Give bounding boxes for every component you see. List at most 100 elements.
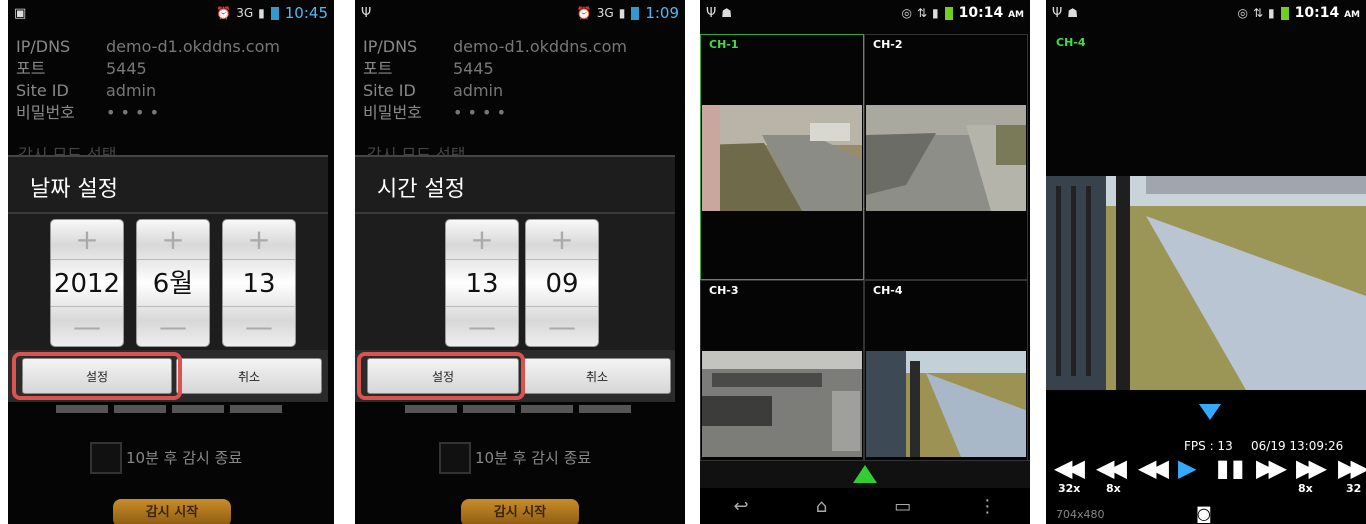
signal-icon: ▮: [618, 6, 626, 20]
alarm-icon: ⏰: [576, 6, 592, 20]
rewind-icon[interactable]: ◀◀: [1138, 454, 1169, 482]
speed-label: 8x: [1298, 482, 1313, 495]
usb-icon: Ψ: [706, 5, 717, 21]
camera-feed: [866, 351, 1026, 457]
status-bar: Ψ ⏰ 3G ▮ 1:09: [355, 0, 685, 26]
battery-icon: [270, 6, 279, 20]
play-icon[interactable]: ▶: [1178, 454, 1196, 482]
rewind-32x-icon[interactable]: ◀◀: [1054, 454, 1085, 482]
month-value: 6월: [152, 269, 194, 299]
recent-apps-icon[interactable]: ▭: [894, 496, 911, 517]
auto-stop-checkbox[interactable]: [90, 442, 122, 474]
usb-icon: Ψ: [1052, 5, 1063, 21]
decrement-button[interactable]: —: [137, 306, 209, 346]
start-monitoring-button[interactable]: 감시 시작: [113, 499, 231, 524]
network-icon: 3G: [596, 6, 614, 20]
auto-stop-label: 10분 후 감시 종료: [126, 449, 243, 467]
hour-picker[interactable]: + 13 —: [445, 219, 519, 347]
increment-button[interactable]: +: [526, 220, 598, 260]
speed-label: 8x: [1106, 482, 1121, 495]
connection-info: IP/DNS demo-d1.okddns.com 포트 5445 Site ID a…: [16, 36, 280, 124]
channel-label: CH-3: [709, 284, 739, 297]
camera-cell-ch1[interactable]: CH-1: [700, 34, 864, 280]
day-value: 13: [242, 269, 276, 299]
rewind-8x-icon[interactable]: ◀◀: [1096, 454, 1127, 482]
fast-forward-8x-icon[interactable]: ▶▶: [1296, 454, 1327, 482]
camera-cell-ch2[interactable]: CH-2: [864, 34, 1028, 280]
android-nav-bar: ↩ ⌂ ▭ ⋮: [700, 488, 1030, 524]
camera-feed[interactable]: [1046, 176, 1366, 390]
highlight-box: [357, 352, 525, 400]
gallery-icon: ▣: [14, 5, 27, 21]
info-row: IP/DNS demo-d1.okddns.com: [16, 37, 280, 56]
resolution-label: 704x480: [1056, 508, 1105, 521]
decrement-button[interactable]: —: [223, 306, 295, 346]
increment-button[interactable]: +: [446, 220, 518, 260]
clock: 10:45: [284, 4, 328, 22]
pause-icon[interactable]: ▮▮: [1216, 454, 1246, 482]
decrement-button[interactable]: —: [51, 306, 123, 346]
signal-icon: ▮: [1268, 6, 1275, 20]
channel-label: CH-4: [873, 284, 903, 297]
phone-screen-playback: Ψ ☗ ◎ ⇅ ▮ 10:14 AM CH-4 FPS : 13 06/19 1…: [1046, 0, 1366, 524]
info-row: 비밀번호 • • • •: [16, 103, 160, 122]
info-row: IP/DNS demo-d1.okddns.com: [363, 37, 627, 56]
info-row: 포트 5445: [16, 59, 147, 78]
auto-stop-checkbox[interactable]: [439, 442, 471, 474]
android-icon: ☗: [1067, 6, 1078, 20]
dialog-title: 시간 설정: [377, 177, 465, 202]
network-icon: 3G: [236, 6, 254, 20]
date-dialog: 날짜 설정 + 2012 — + 6월 — + 13 —: [8, 155, 328, 350]
battery-icon: [631, 6, 640, 20]
increment-button[interactable]: +: [137, 220, 209, 260]
expand-arrow-icon[interactable]: [853, 465, 877, 483]
fast-forward-32x-icon[interactable]: ▶▶: [1338, 454, 1366, 482]
month-picker[interactable]: + 6월 —: [136, 219, 210, 347]
connection-info: IP/DNS demo-d1.okddns.com 포트 5445 Site ID a…: [363, 36, 627, 124]
status-bar: Ψ ☗ ◎ ⇅ ▮ 10:14 AM: [700, 0, 1030, 26]
clock: 1:09: [645, 4, 679, 22]
back-icon[interactable]: ↩: [734, 496, 749, 517]
hour-value: 13: [465, 269, 499, 299]
minute-picker[interactable]: + 09 —: [525, 219, 599, 347]
cancel-button[interactable]: 취소: [523, 358, 671, 394]
decrement-button[interactable]: —: [526, 306, 598, 346]
camera-feed: [702, 105, 862, 211]
network-icon: ⇅: [1252, 6, 1264, 20]
sync-icon: ◎: [901, 6, 912, 20]
time-dialog: 시간 설정 + 13 — + 09 —: [355, 155, 675, 350]
timestamp: 06/19 13:09:26: [1251, 439, 1344, 453]
fast-forward-icon[interactable]: ▶▶: [1256, 454, 1287, 482]
decrement-button[interactable]: —: [446, 306, 518, 346]
auto-stop-label: 10분 후 감시 종료: [475, 449, 592, 467]
battery-icon: [944, 6, 953, 20]
channel-label: CH-2: [873, 38, 903, 51]
highlight-box: [12, 352, 182, 400]
minute-value: 09: [545, 269, 579, 299]
home-icon[interactable]: ⌂: [816, 496, 827, 517]
increment-button[interactable]: +: [51, 220, 123, 260]
camera-capture-icon[interactable]: ◙: [1196, 504, 1212, 523]
info-row: 비밀번호 • • • •: [363, 103, 507, 122]
increment-button[interactable]: +: [223, 220, 295, 260]
android-icon: ☗: [721, 6, 732, 20]
info-row: 포트 5445: [363, 59, 494, 78]
clock: 10:14 AM: [958, 5, 1024, 21]
phone-screen-time: Ψ ⏰ 3G ▮ 1:09 IP/DNS demo-d1.okddns.com 포…: [355, 0, 685, 524]
collapse-arrow-icon[interactable]: [1199, 404, 1221, 420]
day-picker[interactable]: + 13 —: [222, 219, 296, 347]
channel-label: CH-4: [1056, 36, 1086, 49]
clock: 10:14 AM: [1294, 5, 1360, 21]
info-row: Site ID admin: [363, 81, 504, 100]
year-picker[interactable]: + 2012 —: [50, 219, 124, 347]
speed-label: 32x: [1058, 482, 1081, 495]
cancel-button[interactable]: 취소: [176, 358, 322, 394]
channel-label: CH-1: [709, 38, 739, 51]
battery-icon: [1280, 6, 1289, 20]
menu-icon[interactable]: ⋮: [978, 496, 996, 517]
signal-icon: ▮: [258, 6, 265, 20]
phone-screen-date: ▣ ⏰ 3G ▮ 10:45 IP/DNS demo-d1.okddns.com …: [8, 0, 334, 524]
network-icon: ⇅: [916, 6, 928, 20]
phone-screen-quad-view: Ψ ☗ ◎ ⇅ ▮ 10:14 AM CH-1 CH-2 CH-3 CH-4 ↩…: [700, 0, 1030, 524]
start-monitoring-button[interactable]: 감시 시작: [461, 499, 579, 524]
